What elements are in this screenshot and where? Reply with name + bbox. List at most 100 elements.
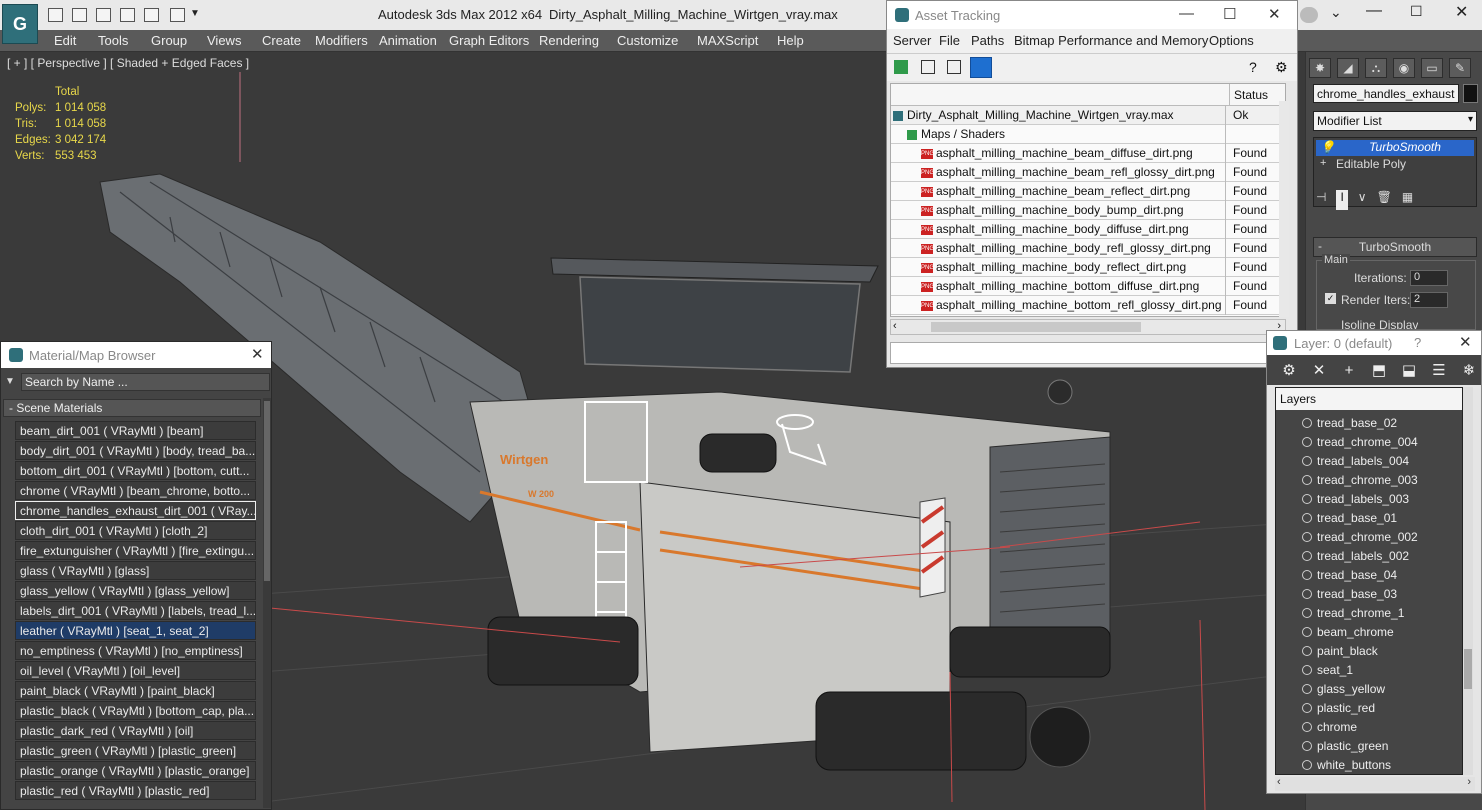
window-maximize-icon[interactable]: ☐: [1223, 5, 1236, 23]
open-icon[interactable]: [48, 8, 63, 22]
asset-row[interactable]: PNG asphalt_milling_machine_beam_reflect_…: [891, 182, 1279, 201]
menu-group[interactable]: Group: [151, 33, 187, 48]
pin-stack-icon[interactable]: ⊣: [1316, 190, 1326, 210]
window-minimize-icon[interactable]: —: [1179, 5, 1194, 22]
display-tab-icon[interactable]: ▭: [1421, 58, 1443, 78]
vertical-scrollbar[interactable]: [1279, 101, 1289, 317]
layer-list-item[interactable]: tread_base_03: [1302, 585, 1397, 604]
stack-item-turbosmooth[interactable]: 💡 TurboSmooth: [1316, 140, 1474, 156]
fetch-icon[interactable]: [170, 8, 185, 22]
menu-bitmap-performance[interactable]: Bitmap Performance and Memory: [1014, 33, 1208, 48]
help-icon[interactable]: ?: [1249, 59, 1257, 75]
detail-view-icon[interactable]: [947, 60, 961, 74]
layer-titlebar[interactable]: Layer: 0 (default) ? ✕: [1267, 331, 1481, 355]
new-layer-icon[interactable]: +: [1339, 360, 1359, 380]
layer-list-item[interactable]: tread_base_02: [1302, 414, 1397, 433]
asset-row[interactable]: PNG asphalt_milling_machine_beam_refl_glo…: [891, 163, 1279, 182]
menu-tools[interactable]: Tools: [98, 33, 128, 48]
table-view-icon[interactable]: [970, 57, 992, 78]
layer-list-item[interactable]: tread_chrome_002: [1302, 528, 1418, 547]
render-iters-spinner[interactable]: 2: [1410, 292, 1448, 308]
horizontal-scrollbar[interactable]: ‹ ›: [890, 319, 1286, 335]
motion-tab-icon[interactable]: ◉: [1393, 58, 1415, 78]
layer-list-item[interactable]: tread_base_04: [1302, 566, 1397, 585]
configure-sets-icon[interactable]: ▦: [1402, 190, 1413, 210]
material-list-item[interactable]: plastic_dark_red ( VRayMtl ) [oil]: [15, 721, 256, 740]
help-icon[interactable]: ?: [1414, 335, 1421, 350]
viewport-label[interactable]: [ + ] [ Perspective ] [ Shaded + Edged F…: [7, 56, 249, 70]
layer-list-item[interactable]: tread_chrome_1: [1302, 604, 1404, 623]
delete-layer-icon[interactable]: ✕: [1309, 360, 1329, 380]
render-iters-checkbox[interactable]: ✓: [1325, 293, 1336, 304]
chevron-left-icon[interactable]: ‹: [893, 320, 897, 332]
layer-properties-icon[interactable]: ⚙: [1279, 360, 1299, 380]
object-color-swatch[interactable]: [1463, 84, 1478, 103]
asset-row[interactable]: PNG asphalt_milling_machine_beam_diffuse_…: [891, 144, 1279, 163]
window-close-icon[interactable]: ✕: [1455, 2, 1468, 22]
object-name-field[interactable]: chrome_handles_exhaust: [1313, 84, 1459, 103]
make-unique-icon[interactable]: ∨: [1358, 190, 1367, 210]
scroll-thumb[interactable]: [1464, 649, 1472, 689]
hide-layers-icon[interactable]: ☰: [1429, 360, 1449, 380]
menu-help[interactable]: Help: [777, 33, 804, 48]
layer-list-item[interactable]: white_buttons: [1302, 756, 1391, 774]
layer-list-item[interactable]: tread_chrome_004: [1302, 433, 1418, 452]
save-icon[interactable]: [72, 8, 87, 22]
path-field[interactable]: [890, 342, 1286, 364]
material-list-item[interactable]: oil_level ( VRayMtl ) [oil_level]: [15, 661, 256, 680]
menu-maxscript[interactable]: MAXScript: [697, 33, 758, 48]
chevron-left-icon[interactable]: ‹: [1277, 776, 1281, 788]
layer-list-item[interactable]: tread_labels_002: [1302, 547, 1409, 566]
asset-row[interactable]: PNG asphalt_milling_machine_body_reflect_…: [891, 258, 1279, 277]
minimize-button[interactable]: ⌄: [1330, 4, 1342, 21]
create-tab-icon[interactable]: ✸: [1309, 58, 1331, 78]
redo-icon[interactable]: [120, 8, 135, 22]
vertical-scrollbar[interactable]: [263, 398, 271, 808]
material-list-item[interactable]: paint_black ( VRayMtl ) [paint_black]: [15, 681, 256, 700]
window-maximize-icon[interactable]: ☐: [1410, 3, 1423, 20]
material-list-item[interactable]: plastic_black ( VRayMtl ) [bottom_cap, p…: [15, 701, 256, 720]
expand-plus-icon[interactable]: +: [1320, 157, 1326, 169]
stack-item-editable-poly[interactable]: + Editable Poly: [1316, 157, 1474, 173]
menu-animation[interactable]: Animation: [379, 33, 437, 48]
layers-column-header[interactable]: Layers: [1276, 388, 1462, 410]
menu-modifiers[interactable]: Modifiers: [315, 33, 368, 48]
remove-modifier-icon[interactable]: 🗑: [1377, 190, 1392, 210]
scroll-thumb[interactable]: [264, 401, 270, 581]
menu-edit[interactable]: Edit: [54, 33, 76, 48]
status-column-header[interactable]: Status: [1234, 88, 1268, 102]
asset-tracking-titlebar[interactable]: Asset Tracking — ☐ ✕: [887, 1, 1297, 29]
material-list-item[interactable]: beam_dirt_001 ( VRayMtl ) [beam]: [15, 421, 256, 440]
layer-list-item[interactable]: seat_1: [1302, 661, 1353, 680]
menu-views[interactable]: Views: [207, 33, 241, 48]
layer-list-item[interactable]: tread_labels_003: [1302, 490, 1409, 509]
utilities-tab-icon[interactable]: ✎: [1449, 58, 1471, 78]
window-close-icon[interactable]: ✕: [1268, 5, 1281, 23]
menu-create[interactable]: Create: [262, 33, 301, 48]
window-minimize-icon[interactable]: —: [1366, 2, 1382, 20]
menu-customize[interactable]: Customize: [617, 33, 678, 48]
material-list-item[interactable]: no_emptiness ( VRayMtl ) [no_emptiness]: [15, 641, 256, 660]
material-list-item[interactable]: fire_extunguisher ( VRayMtl ) [fire_exti…: [15, 541, 256, 560]
material-list-item[interactable]: chrome_handles_exhaust_dirt_001 ( VRay..…: [15, 501, 256, 520]
menu-options[interactable]: Options: [1209, 33, 1254, 48]
list-view-icon[interactable]: [921, 60, 935, 74]
asset-row[interactable]: PNG asphalt_milling_machine_bottom_refl_g…: [891, 296, 1279, 315]
material-list-item[interactable]: chrome ( VRayMtl ) [beam_chrome, botto..…: [15, 481, 256, 500]
material-list-item[interactable]: glass ( VRayMtl ) [glass]: [15, 561, 256, 580]
lightbulb-icon[interactable]: 💡: [1320, 140, 1335, 154]
layer-list-item[interactable]: glass_yellow: [1302, 680, 1385, 699]
vertical-scrollbar[interactable]: [1463, 387, 1473, 775]
asset-row[interactable]: Dirty_Asphalt_Milling_Machine_Wirtgen_vr…: [891, 106, 1279, 125]
scene-materials-section[interactable]: - Scene Materials: [3, 399, 261, 417]
material-list-item[interactable]: bottom_dirt_001 ( VRayMtl ) [bottom, cut…: [15, 461, 256, 480]
layer-list-item[interactable]: plastic_red: [1302, 699, 1375, 718]
horizontal-scrollbar[interactable]: ‹ ›: [1275, 776, 1475, 791]
scroll-thumb[interactable]: [931, 322, 1141, 332]
menu-graph-editors[interactable]: Graph Editors: [449, 33, 529, 48]
layer-list-item[interactable]: tread_labels_004: [1302, 452, 1409, 471]
hold-icon[interactable]: [144, 8, 159, 22]
material-list-item[interactable]: plastic_green ( VRayMtl ) [plastic_green…: [15, 741, 256, 760]
layer-list-item[interactable]: beam_chrome: [1302, 623, 1394, 642]
refresh-icon[interactable]: [894, 60, 908, 74]
